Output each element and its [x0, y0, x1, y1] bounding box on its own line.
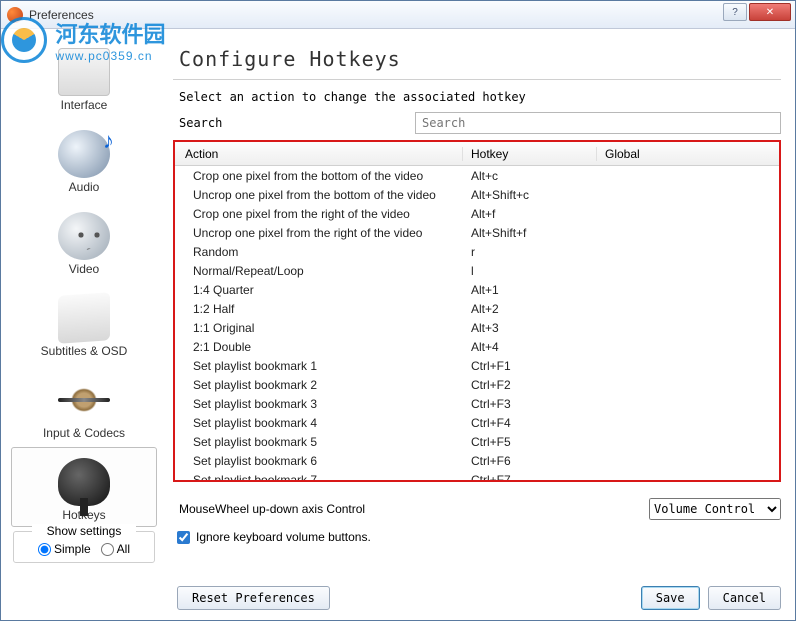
preferences-window: Preferences ? ✕ 河东软件园 www.pc0359.cn Inte… — [0, 0, 796, 621]
mousewheel-select[interactable]: Volume Control — [649, 498, 781, 520]
table-row[interactable]: Set playlist bookmark 4Ctrl+F4 — [175, 413, 779, 432]
table-row[interactable]: Crop one pixel from the right of the vid… — [175, 204, 779, 223]
mousewheel-label: MouseWheel up-down axis Control — [173, 502, 649, 516]
show-settings-legend: Show settings — [32, 524, 136, 538]
cell-action: Uncrop one pixel from the bottom of the … — [175, 188, 463, 202]
table-body[interactable]: Crop one pixel from the bottom of the vi… — [175, 166, 779, 480]
cell-hotkey: Alt+Shift+c — [463, 188, 597, 202]
cell-hotkey: Alt+c — [463, 169, 597, 183]
table-row[interactable]: 2:1 DoubleAlt+4 — [175, 337, 779, 356]
sidebar-item-codecs[interactable]: Input & Codecs — [11, 365, 157, 445]
cell-action: Set playlist bookmark 5 — [175, 435, 463, 449]
cell-action: 2:1 Double — [175, 340, 463, 354]
cell-action: Crop one pixel from the right of the vid… — [175, 207, 463, 221]
cell-action: Set playlist bookmark 2 — [175, 378, 463, 392]
cancel-button[interactable]: Cancel — [708, 586, 781, 610]
table-row[interactable]: 1:2 HalfAlt+2 — [175, 299, 779, 318]
footer: Reset Preferences Save Cancel — [177, 586, 781, 610]
sidebar-item-video[interactable]: Video — [11, 201, 157, 281]
table-row[interactable]: 1:4 QuarterAlt+1 — [175, 280, 779, 299]
table-row[interactable]: Set playlist bookmark 3Ctrl+F3 — [175, 394, 779, 413]
cell-action: Uncrop one pixel from the right of the v… — [175, 226, 463, 240]
cell-action: 1:2 Half — [175, 302, 463, 316]
table-row[interactable]: Set playlist bookmark 2Ctrl+F2 — [175, 375, 779, 394]
codecs-icon — [58, 376, 110, 424]
table-row[interactable]: Uncrop one pixel from the bottom of the … — [175, 185, 779, 204]
search-input[interactable] — [415, 112, 781, 134]
table-header: Action Hotkey Global — [175, 142, 779, 166]
cell-action: Set playlist bookmark 4 — [175, 416, 463, 430]
sidebar-item-hotkeys[interactable]: Hotkeys — [11, 447, 157, 527]
close-button[interactable]: ✕ — [749, 3, 791, 21]
cell-hotkey: Alt+1 — [463, 283, 597, 297]
cell-action: Crop one pixel from the bottom of the vi… — [175, 169, 463, 183]
table-row[interactable]: Set playlist bookmark 5Ctrl+F5 — [175, 432, 779, 451]
cell-hotkey: Ctrl+F5 — [463, 435, 597, 449]
table-row[interactable]: 1:1 OriginalAlt+3 — [175, 318, 779, 337]
sidebar-item-label: Input & Codecs — [43, 426, 125, 440]
cell-action: 1:1 Original — [175, 321, 463, 335]
sidebar-item-interface[interactable]: Interface — [11, 37, 157, 117]
app-icon — [7, 7, 23, 23]
save-button[interactable]: Save — [641, 586, 700, 610]
instruction-text: Select an action to change the associate… — [179, 90, 781, 104]
window-title: Preferences — [29, 8, 94, 22]
sidebar-item-subtitles[interactable]: Subtitles & OSD — [11, 283, 157, 363]
table-row[interactable]: Set playlist bookmark 1Ctrl+F1 — [175, 356, 779, 375]
audio-icon — [58, 130, 110, 178]
table-row[interactable]: Normal/Repeat/Loopl — [175, 261, 779, 280]
table-row[interactable]: Uncrop one pixel from the right of the v… — [175, 223, 779, 242]
sidebar: Interface Audio Video Subtitles & OSD In… — [1, 29, 167, 620]
cell-hotkey: Ctrl+F1 — [463, 359, 597, 373]
titlebar[interactable]: Preferences ? ✕ — [1, 1, 795, 29]
main-panel: Configure Hotkeys Select an action to ch… — [167, 29, 795, 620]
radio-simple[interactable]: Simple — [38, 542, 91, 556]
cell-hotkey: Alt+f — [463, 207, 597, 221]
table-row[interactable]: Crop one pixel from the bottom of the vi… — [175, 166, 779, 185]
cell-action: Set playlist bookmark 6 — [175, 454, 463, 468]
cell-action: 1:4 Quarter — [175, 283, 463, 297]
cell-hotkey: Ctrl+F4 — [463, 416, 597, 430]
col-global[interactable]: Global — [597, 147, 779, 161]
cell-hotkey: r — [463, 245, 597, 259]
col-hotkey[interactable]: Hotkey — [463, 147, 597, 161]
table-row[interactable]: Set playlist bookmark 7Ctrl+F7 — [175, 470, 779, 480]
cell-hotkey: Ctrl+F6 — [463, 454, 597, 468]
cell-action: Set playlist bookmark 3 — [175, 397, 463, 411]
show-settings-group: Show settings Simple All — [13, 531, 155, 563]
cell-hotkey: Ctrl+F7 — [463, 473, 597, 481]
cell-hotkey: l — [463, 264, 597, 278]
hotkey-table: Action Hotkey Global Crop one pixel from… — [173, 140, 781, 482]
sidebar-item-label: Audio — [69, 180, 100, 194]
table-row[interactable]: Randomr — [175, 242, 779, 261]
sidebar-item-audio[interactable]: Audio — [11, 119, 157, 199]
cell-action: Set playlist bookmark 7 — [175, 473, 463, 481]
hotkeys-icon — [58, 458, 110, 506]
cell-hotkey: Alt+2 — [463, 302, 597, 316]
cell-hotkey: Ctrl+F2 — [463, 378, 597, 392]
cell-hotkey: Alt+Shift+f — [463, 226, 597, 240]
cell-hotkey: Alt+4 — [463, 340, 597, 354]
table-row[interactable]: Set playlist bookmark 6Ctrl+F6 — [175, 451, 779, 470]
interface-icon — [58, 48, 110, 96]
ignore-keyboard-checkbox[interactable]: Ignore keyboard volume buttons. — [177, 530, 781, 544]
subtitles-icon — [58, 292, 110, 344]
cell-hotkey: Alt+3 — [463, 321, 597, 335]
video-icon — [58, 212, 110, 260]
sidebar-item-label: Video — [69, 262, 99, 276]
cell-hotkey: Ctrl+F3 — [463, 397, 597, 411]
cell-action: Normal/Repeat/Loop — [175, 264, 463, 278]
radio-all[interactable]: All — [101, 542, 130, 556]
reset-button[interactable]: Reset Preferences — [177, 586, 330, 610]
cell-action: Set playlist bookmark 1 — [175, 359, 463, 373]
sidebar-item-label: Interface — [61, 98, 108, 112]
help-button[interactable]: ? — [723, 3, 747, 21]
search-label: Search — [173, 116, 405, 130]
col-action[interactable]: Action — [175, 147, 463, 161]
page-title: Configure Hotkeys — [179, 47, 781, 71]
divider — [173, 79, 781, 80]
sidebar-item-label: Subtitles & OSD — [41, 344, 128, 358]
cell-action: Random — [175, 245, 463, 259]
